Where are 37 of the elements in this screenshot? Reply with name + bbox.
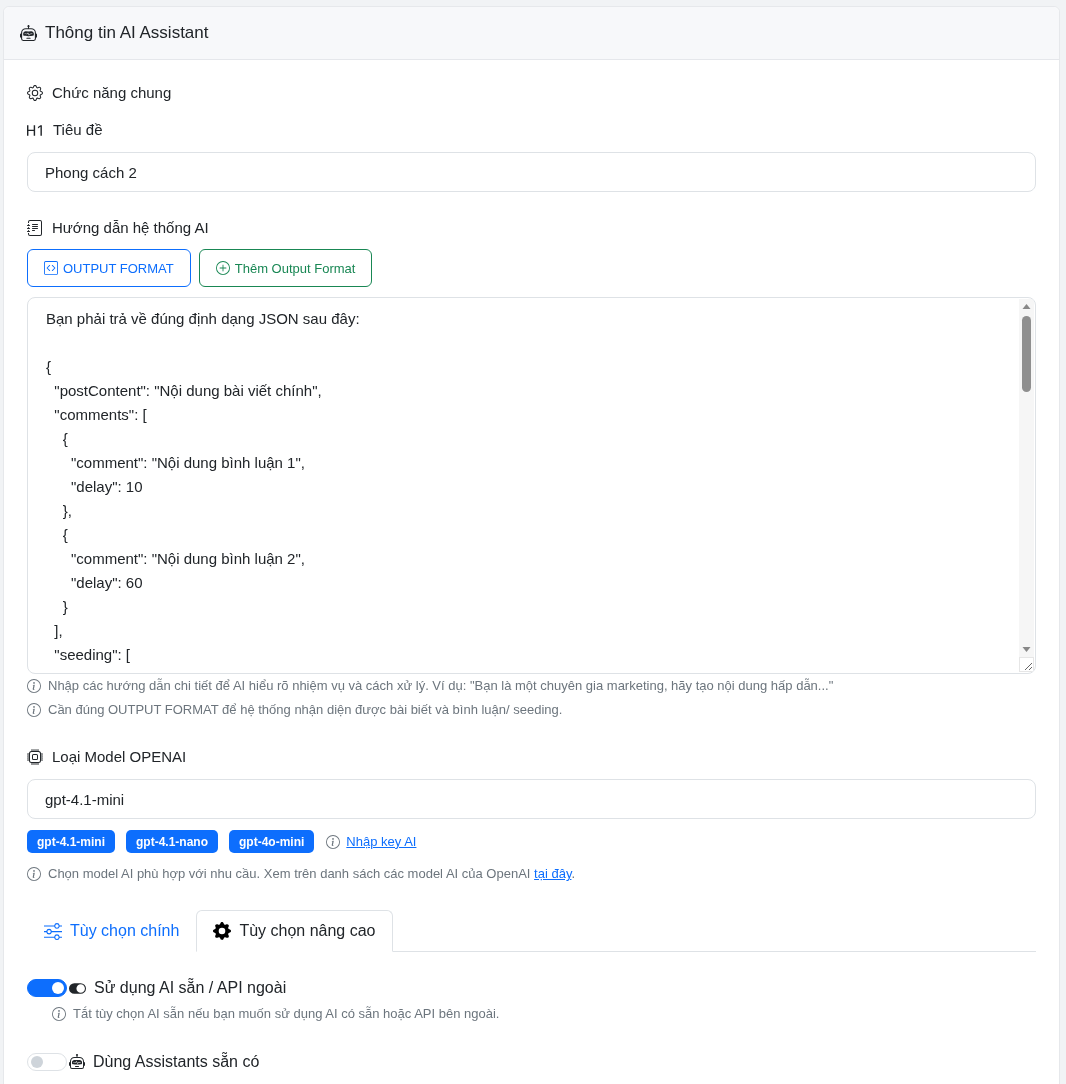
title-input[interactable]: Phong cách 2 xyxy=(27,152,1036,192)
toggle-switch[interactable] xyxy=(27,979,67,997)
add-format-button[interactable]: Thêm Output Format xyxy=(198,249,373,287)
info-icon xyxy=(27,867,41,881)
field-label: Loại Model OPENAI xyxy=(52,747,187,767)
info-icon xyxy=(326,834,341,849)
field-label: Tiêu đề xyxy=(53,120,103,140)
hint-text: Cần đúng OUTPUT FORMAT để hệ thống nhận diện được bài biết và bình luận/ seeding. xyxy=(48,701,563,719)
instructions-field[interactable]: Bạn phải trả về đúng định dạng JSON sau đây: { "postContent": "Nội dung bài viết chính", "comments": [ { "comment": "Nội dung bình luận 1", "delay": 10 }, { "comment": "Nội dung bình luận 2", "delay": 60 } ], "seeding": [ xyxy=(27,297,1036,674)
model-preset-button[interactable]: gpt-4.1-mini xyxy=(27,830,115,853)
info-icon xyxy=(52,1007,66,1021)
sliders-icon xyxy=(44,922,62,940)
tab[interactable]: Tùy chọn nâng cao xyxy=(196,910,393,952)
resize-handle-icon[interactable] xyxy=(1019,657,1034,672)
model-preset-button[interactable]: gpt-4o-mini xyxy=(229,830,315,853)
section-title: Chức năng chung xyxy=(52,83,172,103)
info-icon xyxy=(27,703,41,717)
scrollbar[interactable] xyxy=(1019,299,1034,657)
code-icon xyxy=(44,261,58,275)
robot-icon xyxy=(20,24,37,42)
settings-icon xyxy=(27,85,43,101)
option-label: Sử dụng AI sẵn / API ngoài xyxy=(94,977,287,998)
hint-text: Nhập các hướng dẫn chi tiết để AI hiểu rõ nhiệm vụ và cách xử lý. Ví dụ: "Bạn là một chuyên gia marketing, hãy tạo nội dung hấp dẫn..." xyxy=(48,677,834,695)
api-key-link[interactable]: Nhập key AI xyxy=(346,831,417,852)
chip-icon xyxy=(27,749,43,765)
hint-text: Tắt tùy chọn AI sẵn nếu bạn muốn sử dụng AI có sẵn hoặc API bên ngoài. xyxy=(73,1005,500,1023)
model-input[interactable]: gpt-4.1-mini xyxy=(27,779,1036,819)
hint-text: Chọn model AI phù hợp với nhu cầu. Xem trên danh sách các model AI của OpenAI tại đây. xyxy=(48,865,576,883)
model-preset-button[interactable]: gpt-4.1-nano xyxy=(126,830,218,853)
info-icon xyxy=(27,679,41,693)
field-label: Hướng dẫn hệ thống AI xyxy=(52,218,209,238)
robot-icon xyxy=(69,1054,85,1070)
option-label: Dùng Assistants sẵn có xyxy=(93,1051,260,1072)
card-title: Thông tin AI Assistant xyxy=(45,23,209,43)
settings-icon xyxy=(213,922,232,940)
output-format-button[interactable]: OUTPUT FORMAT xyxy=(27,249,191,287)
notebook-icon xyxy=(27,220,43,236)
